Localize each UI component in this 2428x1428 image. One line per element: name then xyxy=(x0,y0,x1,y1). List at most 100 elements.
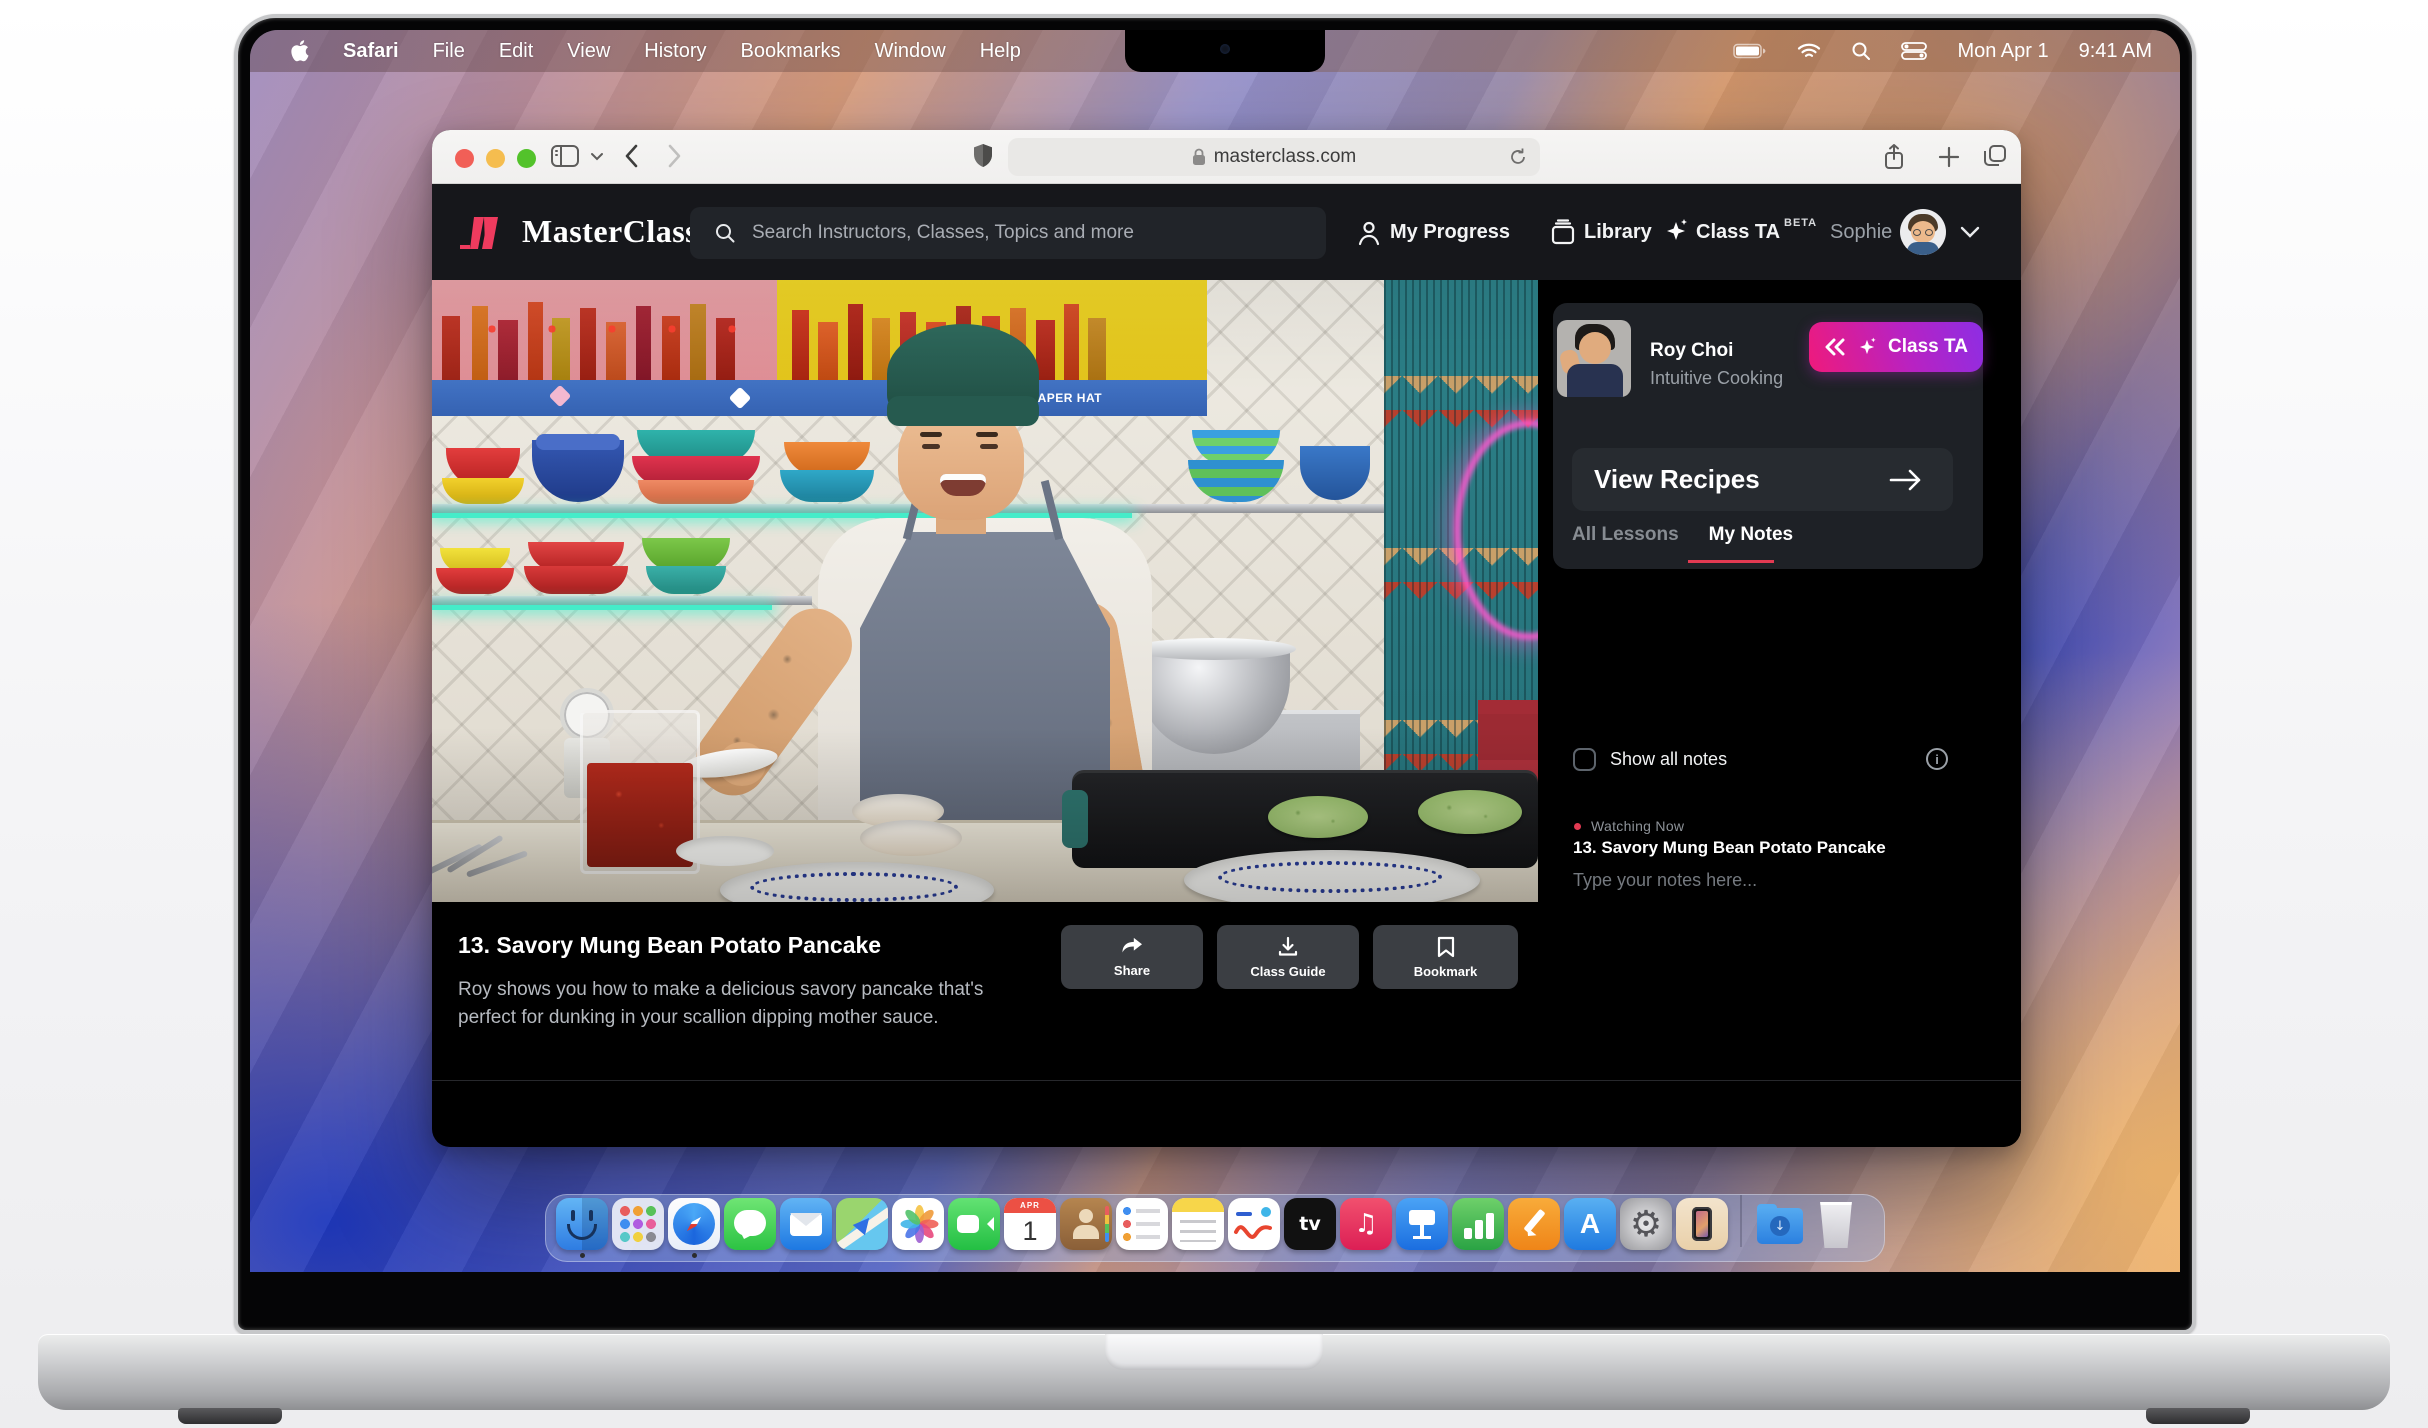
privacy-shield-icon[interactable] xyxy=(972,143,994,170)
active-tab-underline xyxy=(1688,560,1774,563)
nav-my-progress[interactable]: My Progress xyxy=(1390,221,1510,244)
class-guide-button[interactable]: Class Guide xyxy=(1217,925,1359,989)
macbook-base xyxy=(38,1334,2390,1410)
tab-my-notes[interactable]: My Notes xyxy=(1709,524,1793,546)
user-name[interactable]: Sophie xyxy=(1830,221,1892,244)
menu-item-history[interactable]: History xyxy=(644,40,706,63)
info-glyph: i xyxy=(1935,752,1939,767)
show-all-notes-label[interactable]: Show all notes xyxy=(1610,749,1727,770)
share-button[interactable]: Share xyxy=(1061,925,1203,989)
dock-icon-pages[interactable] xyxy=(1508,1198,1560,1258)
menu-bar-time[interactable]: 9:41 AM xyxy=(2079,40,2152,63)
reload-icon[interactable] xyxy=(1508,147,1528,167)
dock-icon-music[interactable]: ♫ xyxy=(1340,1198,1392,1258)
address-bar[interactable]: masterclass.com xyxy=(1008,138,1540,176)
forward-button[interactable] xyxy=(666,143,682,169)
site-search-bar[interactable] xyxy=(690,207,1326,259)
view-recipes-button[interactable]: View Recipes xyxy=(1572,448,1953,511)
menu-item-help[interactable]: Help xyxy=(980,40,1021,63)
tab-all-lessons[interactable]: All Lessons xyxy=(1572,524,1679,546)
new-tab-icon[interactable] xyxy=(1938,146,1960,168)
masterclass-logo-icon[interactable] xyxy=(458,211,510,255)
person-icon xyxy=(1357,220,1381,246)
dock-icon-safari[interactable] xyxy=(668,1198,720,1258)
numbers-bar xyxy=(1475,1220,1483,1239)
apple-menu-icon[interactable] xyxy=(290,40,309,62)
library-icon xyxy=(1550,219,1576,246)
dock-icon-contacts[interactable] xyxy=(1060,1198,1112,1258)
sidebar-icon[interactable] xyxy=(550,143,580,169)
view-recipes-label: View Recipes xyxy=(1594,464,1760,495)
close-window-button[interactable] xyxy=(455,149,474,168)
menu-item-bookmarks[interactable]: Bookmarks xyxy=(741,40,841,63)
watching-now-label: Watching Now xyxy=(1591,818,1684,834)
nav-library[interactable]: Library xyxy=(1584,221,1652,244)
dock-icon-calendar[interactable]: APR 1 xyxy=(1004,1198,1056,1258)
menu-item-view[interactable]: View xyxy=(567,40,610,63)
contact-silhouette xyxy=(1073,1225,1099,1239)
running-indicator xyxy=(580,1253,585,1258)
account-chevron-icon[interactable] xyxy=(1960,226,1980,238)
menu-item-safari[interactable]: Safari xyxy=(343,40,399,63)
menu-bar-left: Safari File Edit View History Bookmarks … xyxy=(250,40,1021,63)
watching-now-row: Watching Now xyxy=(1574,818,1684,834)
lesson-video-player[interactable]: PAPER HAT xyxy=(432,280,1538,902)
dock-icon-notes[interactable] xyxy=(1172,1198,1224,1258)
menu-item-edit[interactable]: Edit xyxy=(499,40,533,63)
avatar-glasses xyxy=(1925,229,1933,236)
dock-icon-facetime[interactable] xyxy=(948,1198,1000,1258)
dock-icon-photos[interactable] xyxy=(892,1198,944,1258)
dock-icon-messages[interactable] xyxy=(724,1198,776,1258)
desktop-stage: Safari File Edit View History Bookmarks … xyxy=(0,0,2428,1428)
dock-icon-iphone-mirroring[interactable] xyxy=(1676,1198,1728,1258)
info-icon[interactable]: i xyxy=(1926,748,1948,770)
share-icon[interactable] xyxy=(1882,143,1906,171)
lesson-description: Roy shows you how to make a delicious sa… xyxy=(458,976,1033,1032)
dock-icon-reminders[interactable] xyxy=(1116,1198,1168,1258)
chevron-down-icon[interactable] xyxy=(590,152,604,161)
user-avatar[interactable] xyxy=(1900,209,1946,255)
tab-overview-icon[interactable] xyxy=(1982,143,2008,169)
macos-desktop: Safari File Edit View History Bookmarks … xyxy=(250,30,2180,1272)
dock-icon-launchpad[interactable] xyxy=(612,1198,664,1258)
bookmark-button[interactable]: Bookmark xyxy=(1373,925,1518,989)
class-ta-button[interactable]: Class TA xyxy=(1809,322,1983,372)
dock-icon-mail[interactable] xyxy=(780,1198,832,1258)
trash-bin xyxy=(1818,1202,1854,1248)
bookmark-icon xyxy=(1437,936,1455,958)
search-input[interactable] xyxy=(752,222,1272,244)
dock-icon-downloads[interactable]: ↓ xyxy=(1754,1198,1806,1258)
dock-icon-tv[interactable]: tv xyxy=(1284,1198,1336,1258)
show-all-notes-row: Show all notes xyxy=(1573,748,1727,771)
minimize-window-button[interactable] xyxy=(486,149,505,168)
dock-icon-finder[interactable] xyxy=(556,1198,608,1258)
show-all-notes-checkbox[interactable] xyxy=(1573,748,1596,771)
back-button[interactable] xyxy=(624,143,640,169)
class-guide-label: Class Guide xyxy=(1250,964,1325,979)
keynote-podium xyxy=(1413,1236,1431,1239)
nav-class-ta[interactable]: Class TA xyxy=(1696,221,1780,244)
dock-icon-app-store[interactable]: A xyxy=(1564,1198,1616,1258)
menu-item-window[interactable]: Window xyxy=(875,40,946,63)
wifi-icon[interactable] xyxy=(1797,42,1821,60)
dock-icon-maps[interactable] xyxy=(836,1198,888,1258)
finder-eye xyxy=(589,1210,593,1221)
menu-item-file[interactable]: File xyxy=(433,40,465,63)
control-center-icon[interactable] xyxy=(1901,42,1927,60)
search-icon[interactable] xyxy=(1851,41,1871,61)
dock-icon-keynote[interactable] xyxy=(1396,1198,1448,1258)
dock-icon-trash[interactable] xyxy=(1810,1198,1862,1258)
notes-input[interactable] xyxy=(1573,870,1973,930)
masterclass-wordmark[interactable]: MasterClass xyxy=(522,213,698,250)
menu-bar-date[interactable]: Mon Apr 1 xyxy=(1957,40,2048,63)
dock-icon-system-settings[interactable]: ⚙ xyxy=(1620,1198,1672,1258)
music-note-glyph: ♫ xyxy=(1340,1198,1392,1250)
thumb-shirt xyxy=(1567,364,1623,397)
zoom-window-button[interactable] xyxy=(517,149,536,168)
dock-icon-numbers[interactable] xyxy=(1452,1198,1504,1258)
pages-pen-nib xyxy=(1520,1228,1537,1245)
battery-icon[interactable] xyxy=(1733,42,1767,60)
dock-icon-freeform[interactable] xyxy=(1228,1198,1280,1258)
keynote-podium xyxy=(1409,1210,1435,1225)
download-arrow-glyph: ↓ xyxy=(1770,1216,1790,1236)
